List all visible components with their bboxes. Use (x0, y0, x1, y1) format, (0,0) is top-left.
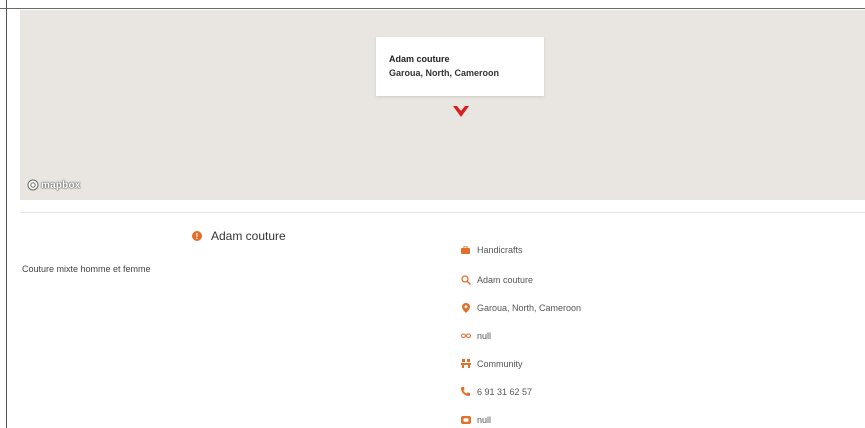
mapbox-logo[interactable]: mapbox (27, 178, 81, 192)
detail-website[interactable]: null (460, 330, 491, 341)
map-popup: Adam couture Garoua, North, Cameroon (376, 37, 544, 96)
search-icon (460, 274, 471, 285)
detail-email[interactable]: null (460, 414, 491, 425)
popup-location: Garoua, North, Cameroon (389, 68, 500, 78)
detail-phone-text: 6 91 31 62 57 (477, 386, 533, 397)
mapbox-logo-text: mapbox (41, 179, 81, 191)
location-pin-icon (460, 302, 471, 313)
listing-description: Couture mixte homme et femme (22, 264, 151, 274)
link-icon (460, 330, 471, 341)
community-icon (460, 358, 471, 369)
detail-email-text: null (477, 414, 492, 425)
detail-business-name-text: Adam couture (477, 274, 534, 285)
email-icon (460, 414, 471, 425)
section-divider (20, 212, 865, 213)
listing-title-row: ! Adam couture (192, 229, 286, 243)
detail-website-text: null (477, 330, 492, 341)
briefcase-icon (460, 244, 471, 255)
window-top-border (0, 0, 865, 9)
detail-type: Community (460, 358, 523, 369)
mapbox-logo-icon (27, 179, 39, 191)
detail-phone[interactable]: 6 91 31 62 57 (460, 386, 532, 397)
detail-category: Handicrafts (460, 244, 523, 255)
phone-icon (460, 386, 471, 397)
detail-type-text: Community (477, 358, 523, 369)
window-left-border (6, 0, 7, 428)
map-view[interactable]: Adam couture Garoua, North, Cameroon map… (20, 10, 865, 200)
info-icon: ! (192, 231, 202, 241)
detail-category-text: Handicrafts (477, 244, 523, 255)
listing-name: Adam couture (211, 229, 286, 243)
detail-business-name: Adam couture (460, 274, 533, 285)
map-pin-icon[interactable] (452, 105, 470, 119)
detail-address: Garoua, North, Cameroon (460, 302, 581, 313)
popup-title: Adam couture (389, 54, 450, 64)
detail-address-text: Garoua, North, Cameroon (477, 302, 582, 313)
